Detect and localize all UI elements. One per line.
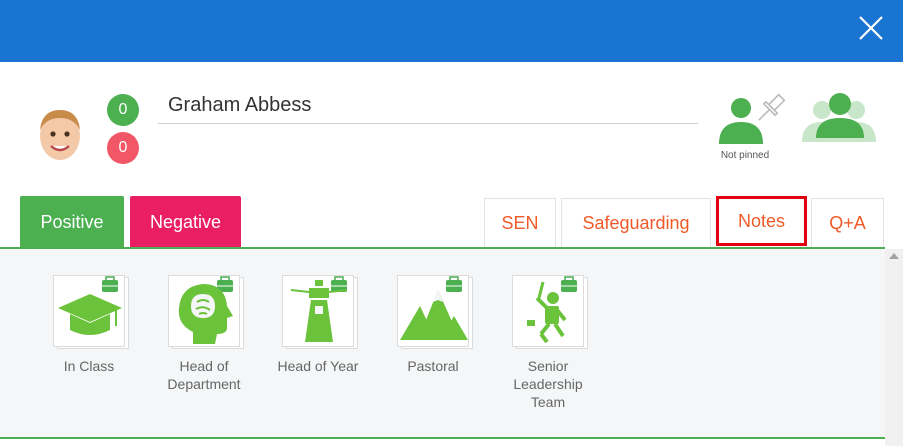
behaviour-label: In Class [63,358,115,374]
student-info: 0 0 Not pinned [0,62,903,197]
behaviour-head-of-department[interactable]: Head of Department [154,275,254,393]
behaviour-card [53,275,129,351]
tab-safeguarding[interactable]: Safeguarding [561,198,711,248]
behaviour-card [512,275,588,351]
tab-qa[interactable]: Q+A [811,198,884,248]
tab-sen[interactable]: SEN [484,198,556,248]
panel-scrollbar[interactable] [885,249,903,446]
climber-icon [512,275,584,347]
behaviour-pastoral[interactable]: Pastoral [383,275,483,375]
behaviour-label: Pastoral [407,358,459,374]
pin-status-label: Not pinned [720,150,770,161]
behaviours-panel: In Class Head of Department Head of Year… [0,249,885,437]
head-brain-icon [168,275,240,347]
student-name-field[interactable] [158,88,698,124]
behaviour-card [397,275,473,351]
tab-notes[interactable]: Notes [716,196,807,246]
panel-bottom-divider [0,437,885,439]
negative-points-badge: 0 [107,132,139,164]
close-icon[interactable] [857,14,885,42]
behaviour-label: Head of Year [277,358,359,374]
behaviour-label: Senior Leadership Team [513,358,583,410]
lighthouse-icon [282,275,354,347]
behaviour-card [282,275,358,351]
behaviour-senior-leadership-team[interactable]: Senior Leadership Team [498,275,598,411]
group-icon[interactable] [800,90,876,146]
tab-positive[interactable]: Positive [20,196,124,248]
behaviour-card [168,275,244,351]
graduation-cap-icon [53,275,125,347]
modal-header [0,0,903,62]
positive-points-badge: 0 [107,94,139,126]
behaviour-tabs: Positive Negative SEN Safeguarding Notes… [0,196,903,248]
behaviour-in-class[interactable]: In Class [39,275,139,375]
behaviour-label: Head of Department [167,358,241,392]
student-avatar [34,104,86,162]
pin-toggle[interactable]: Not pinned [713,90,793,170]
tab-negative[interactable]: Negative [130,196,241,248]
person-pin-icon [719,93,786,144]
scroll-up-arrow-icon[interactable] [889,253,899,259]
mountains-icon [397,275,469,347]
behaviour-head-of-year[interactable]: Head of Year [268,275,368,375]
